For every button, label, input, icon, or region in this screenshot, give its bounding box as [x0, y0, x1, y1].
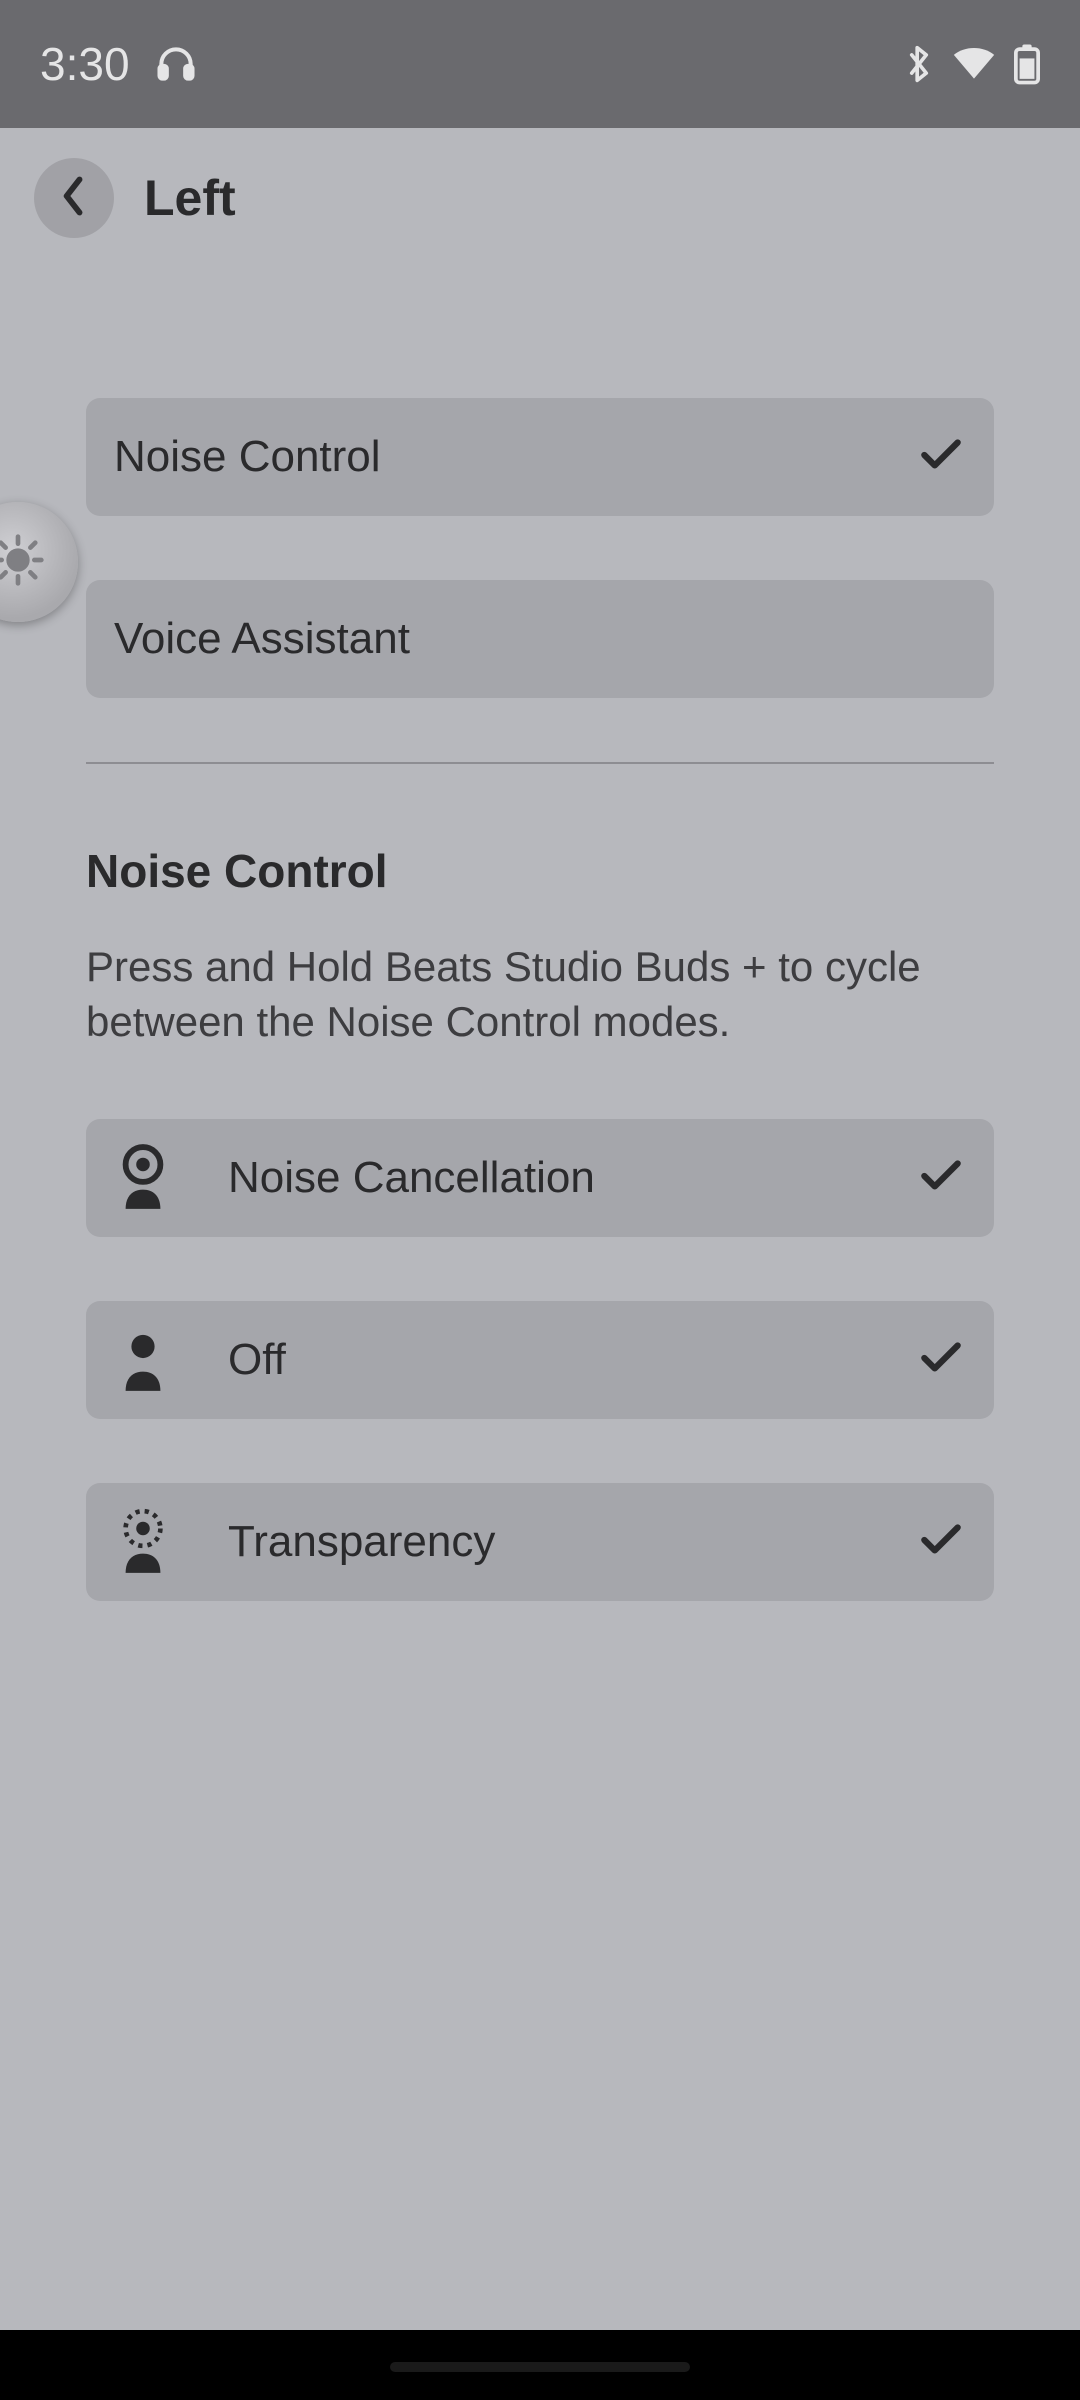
mode-option-noise-cancellation[interactable]: Noise Cancellation — [86, 1119, 994, 1237]
page-title: Left — [144, 169, 236, 227]
battery-icon — [1014, 43, 1040, 85]
action-option-label: Noise Control — [114, 432, 916, 482]
mode-option-off[interactable]: Off — [86, 1301, 994, 1419]
mode-option-transparency[interactable]: Transparency — [86, 1483, 994, 1601]
mode-option-label: Noise Cancellation — [228, 1153, 916, 1203]
section-title: Noise Control — [86, 844, 994, 898]
status-bar: 3:30 — [0, 0, 1080, 128]
chevron-left-icon — [57, 174, 91, 223]
page-header: Left — [0, 128, 1080, 238]
action-option-voice-assistant[interactable]: Voice Assistant — [86, 580, 994, 698]
action-option-label: Voice Assistant — [114, 614, 966, 664]
back-button[interactable] — [34, 158, 114, 238]
check-icon — [916, 1333, 966, 1388]
action-option-noise-control[interactable]: Noise Control — [86, 398, 994, 516]
brightness-icon — [0, 532, 46, 593]
wifi-icon — [952, 47, 996, 81]
status-clock: 3:30 — [40, 37, 130, 91]
noise-off-icon — [114, 1325, 172, 1395]
check-icon — [916, 1515, 966, 1570]
mode-option-label: Off — [228, 1335, 916, 1385]
bluetooth-icon — [904, 44, 934, 84]
transparency-icon — [114, 1507, 172, 1577]
gesture-bar[interactable] — [390, 2362, 690, 2372]
check-icon — [916, 1151, 966, 1206]
mode-option-label: Transparency — [228, 1517, 916, 1567]
section-description: Press and Hold Beats Studio Buds + to cy… — [86, 940, 994, 1049]
headphones-icon — [154, 42, 198, 86]
section-divider — [86, 762, 994, 764]
check-icon — [916, 430, 966, 485]
noise-cancellation-icon — [114, 1143, 172, 1213]
